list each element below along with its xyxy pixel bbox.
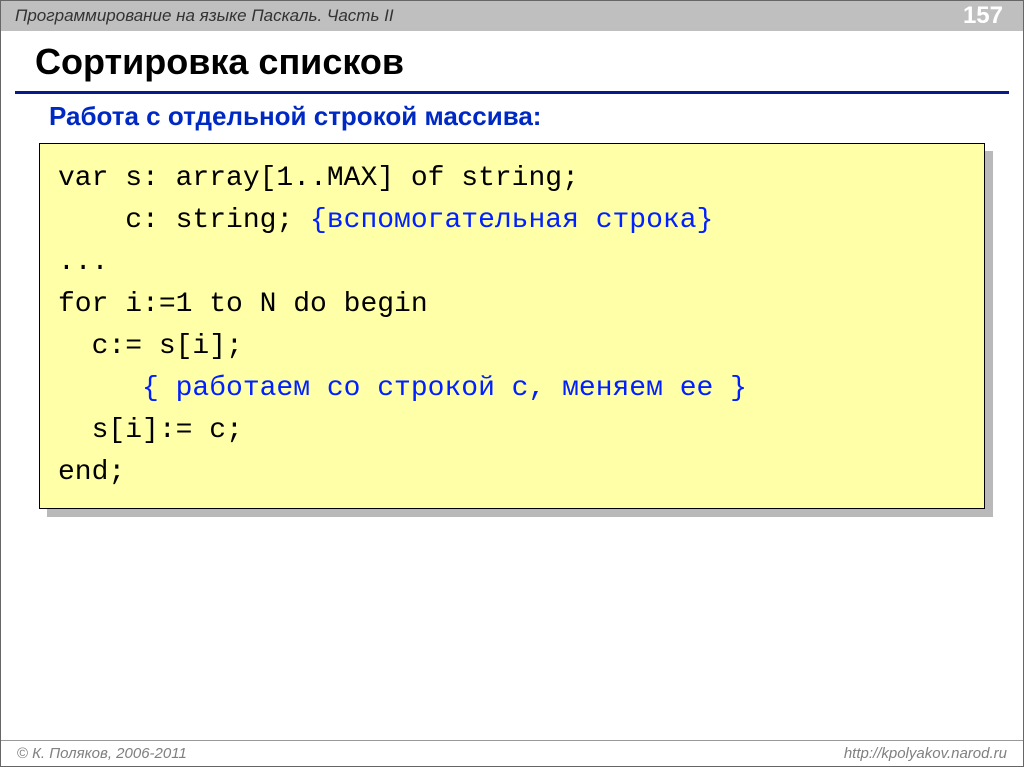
code-line: for i:=1 to N do begin: [58, 289, 428, 320]
footer: ©К. Поляков, 2006-2011 http://kpolyakov.…: [1, 740, 1023, 766]
code-line: var s: array[1..MAX] of string;: [58, 163, 579, 194]
section-subtitle: Работа с отдельной строкой массива:: [49, 101, 541, 132]
code-line: ...: [58, 247, 108, 278]
title-underline: [15, 91, 1009, 94]
page-number: 157: [963, 2, 1009, 30]
topbar: Программирование на языке Паскаль. Часть…: [1, 1, 1023, 31]
code-block: var s: array[1..MAX] of string; c: strin…: [39, 143, 985, 509]
code-line: c:= s[i];: [58, 331, 243, 362]
breadcrumb: Программирование на языке Паскаль. Часть…: [15, 6, 394, 26]
author: К. Поляков, 2006-2011: [32, 745, 187, 762]
slide: Программирование на языке Паскаль. Часть…: [0, 0, 1024, 767]
page-title: Сортировка списков: [35, 41, 404, 83]
copyright: ©К. Поляков, 2006-2011: [17, 745, 187, 762]
code-block-wrap: var s: array[1..MAX] of string; c: strin…: [39, 143, 985, 509]
copyright-icon: ©: [17, 745, 28, 762]
code-comment: { работаем со строкой c, меняем ее }: [58, 373, 747, 404]
code-line: s[i]:= c;: [58, 415, 243, 446]
code-line: c: string;: [58, 205, 310, 236]
footer-url: http://kpolyakov.narod.ru: [844, 745, 1007, 762]
code-comment: {вспомогательная строка}: [310, 205, 713, 236]
code-line: end;: [58, 457, 125, 488]
